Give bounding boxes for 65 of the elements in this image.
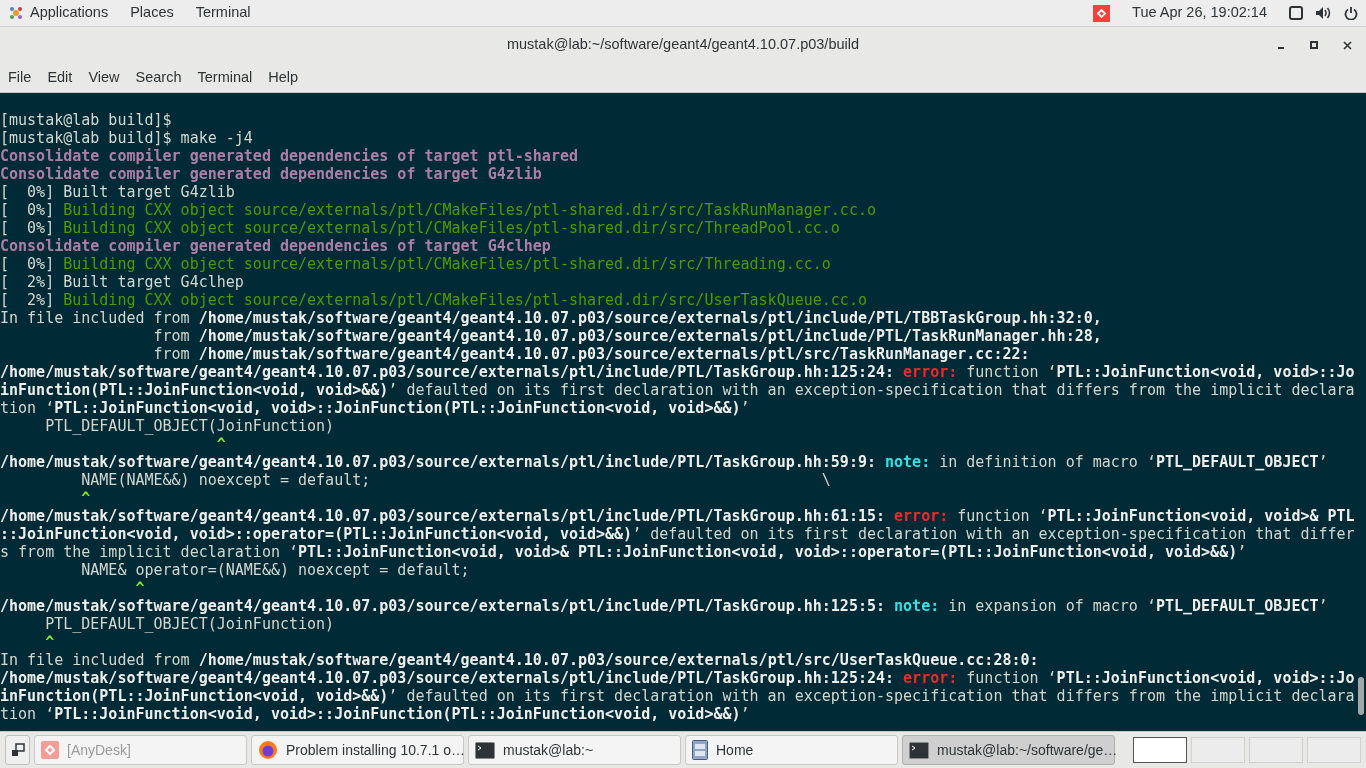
menu-item[interactable]: View (88, 66, 120, 89)
terminal-line: from /home/mustak/software/geant4/geant4.10.07.p03/source/externals/ptl/src/TaskRunManager.cc:22: (152, 345, 1031, 363)
screen-icon[interactable] (1289, 6, 1303, 20)
terminal-line: inFunction(PTL::JoinFunction<void, void>&&)’ defaulted on its first declaration with an exception-specification that differs from the implicit declara (0, 687, 1356, 705)
terminal-line: Consolidate compiler generated dependencies of target ptl-shared (0, 147, 579, 165)
top-menu[interactable]: Places (130, 2, 174, 24)
terminal-line: inFunction(PTL::JoinFunction<void, void>&&)’ defaulted on its first declaration with an exception-specification that differs from the implicit declara (0, 381, 1356, 399)
terminal-line: from /home/mustak/software/geant4/geant4.10.07.p03/source/externals/ptl/include/PTL/TaskRunManager.hh:28, (152, 327, 1103, 345)
terminal-line: /home/mustak/software/geant4/geant4.10.07.p03/source/externals/ptl/include/PTL/TaskGroup.hh:59:9: note: in definition of macro ‘PTL_DEFAULT_OBJECT’ (0, 453, 1329, 471)
menu-item[interactable]: Help (268, 66, 299, 89)
terminal-line: Consolidate compiler generated dependencies of target G4clhep (0, 237, 552, 255)
terminal-line: In file included from /home/mustak/software/geant4/geant4.10.07.p03/source/externals/ptl/include/PTL/TBBTaskGroup.hh:32:0, (0, 309, 1103, 327)
file-cabinet-icon (692, 740, 708, 760)
top-menu[interactable]: Applications (30, 2, 109, 24)
menu-item[interactable]: File (8, 66, 32, 89)
terminal-line: NAME(NAME&&) noexcept = default; \ (80, 471, 832, 489)
anydesk-tray-icon[interactable] (1093, 4, 1111, 22)
terminal-line: PTL_DEFAULT_OBJECT(JoinFunction) (44, 417, 336, 435)
terminal-line: [ 2%] Built target G4clhep (0, 273, 245, 291)
terminal-line: ::JoinFunction<void, void>::operator=(PTL::JoinFunction<void, void>&&)’ defaulted on its first declaration with an exception-specification that differ (0, 525, 1356, 543)
applications-icon[interactable] (8, 5, 24, 21)
menu-item[interactable]: Edit (47, 66, 73, 89)
close-icon[interactable] (1343, 40, 1352, 50)
scrollbar-thumb[interactable] (1358, 677, 1364, 715)
taskbar-button[interactable]: mustak@lab:~ (468, 735, 681, 765)
terminal-line: ^ (215, 435, 227, 453)
clock[interactable]: Tue Apr 26, 19:02:14 (1132, 2, 1267, 24)
workspace-switcher[interactable] (1133, 737, 1187, 763)
taskbar-button[interactable]: Problem installing 10.7.1 o… (251, 735, 464, 765)
terminal-line: In file included from /home/mustak/software/geant4/geant4.10.07.p03/source/externals/ptl/src/UserTaskQueue.cc:28:0: (0, 651, 1040, 669)
maximize-icon[interactable] (1310, 41, 1318, 49)
terminal-line: ^ (134, 579, 146, 597)
terminal-line: [ 0%] Building CXX object source/externals/ptl/CMakeFiles/ptl-shared.dir/src/TaskRunManager.cc.o (0, 201, 877, 219)
terminal-icon (475, 741, 495, 759)
taskbar-button[interactable]: mustak@lab:~/software/ge… (902, 735, 1115, 765)
browser-icon (258, 740, 278, 760)
terminal-line: /home/mustak/software/geant4/geant4.10.07.p03/source/externals/ptl/include/PTL/TaskGroup.hh:125:24: error: function ‘PTL::JoinFunction<void, void>::Jo (0, 363, 1356, 381)
terminal-line: ^ (44, 633, 56, 651)
terminal-line: PTL_DEFAULT_OBJECT(JoinFunction) (44, 615, 336, 633)
terminal-line: /home/mustak/software/geant4/geant4.10.07.p03/source/externals/ptl/include/PTL/TaskGroup.hh:125:24: error: function ‘PTL::JoinFunction<void, void>::Jo (0, 669, 1356, 687)
show-desktop-button[interactable] (5, 735, 30, 765)
terminal-line: [ 0%] Built target G4zlib (0, 183, 236, 201)
menu-item[interactable]: Terminal (197, 66, 253, 89)
windows-icon (10, 743, 25, 757)
terminal-line: tion ‘PTL::JoinFunction<void, void>::JoinFunction(PTL::JoinFunction<void, void>&&)’ (0, 705, 751, 723)
volume-icon[interactable] (1315, 6, 1332, 20)
terminal-line: [ 0%] Building CXX object source/externals/ptl/CMakeFiles/ptl-shared.dir/src/ThreadPool.cc.o (0, 219, 841, 237)
terminal-line: tion ‘PTL::JoinFunction<void, void>::JoinFunction(PTL::JoinFunction<void, void>&&)’ (0, 399, 751, 417)
window-title: mustak@lab:~/software/geant4/geant4.10.07.p03/build (506, 35, 860, 55)
terminal-line: /home/mustak/software/geant4/geant4.10.07.p03/source/externals/ptl/include/PTL/TaskGroup.hh:61:15: error: function ‘PTL::JoinFunction<void, void>& PTL (0, 507, 1356, 525)
menu-item[interactable]: Search (135, 66, 182, 89)
terminal-line: s from the implicit declaration ‘PTL::JoinFunction<void, void>& PTL::JoinFunction<void, void>::operator=(PTL::JoinFunction<void, void>&&)’ (0, 543, 1248, 561)
anydesk-icon (41, 741, 59, 759)
power-icon[interactable] (1344, 6, 1358, 20)
taskbar-button[interactable]: Home (685, 735, 898, 765)
top-menu[interactable]: Terminal (195, 2, 251, 24)
terminal-line: NAME& operator=(NAME&&) noexcept = default; (80, 561, 471, 579)
terminal-line: /home/mustak/software/geant4/geant4.10.07.p03/source/externals/ptl/include/PTL/TaskGroup.hh:125:5: note: in expansion of macro ‘PTL_DEFAULT_OBJECT’ (0, 597, 1329, 615)
terminal-line: ^ (80, 489, 92, 507)
terminal-line: [ 0%] Building CXX object source/externals/ptl/CMakeFiles/ptl-shared.dir/src/Threading.cc.o (0, 255, 832, 273)
terminal-line: [mustak@lab build]$ (0, 111, 173, 129)
terminal-line: [ 2%] Building CXX object source/externals/ptl/CMakeFiles/ptl-shared.dir/src/UserTaskQueue.cc.o (0, 291, 868, 309)
terminal-line: [mustak@lab build]$ make -j4 (0, 129, 254, 147)
terminal-icon (909, 741, 929, 759)
terminal-line: Consolidate compiler generated dependencies of target G4zlib (0, 165, 543, 183)
